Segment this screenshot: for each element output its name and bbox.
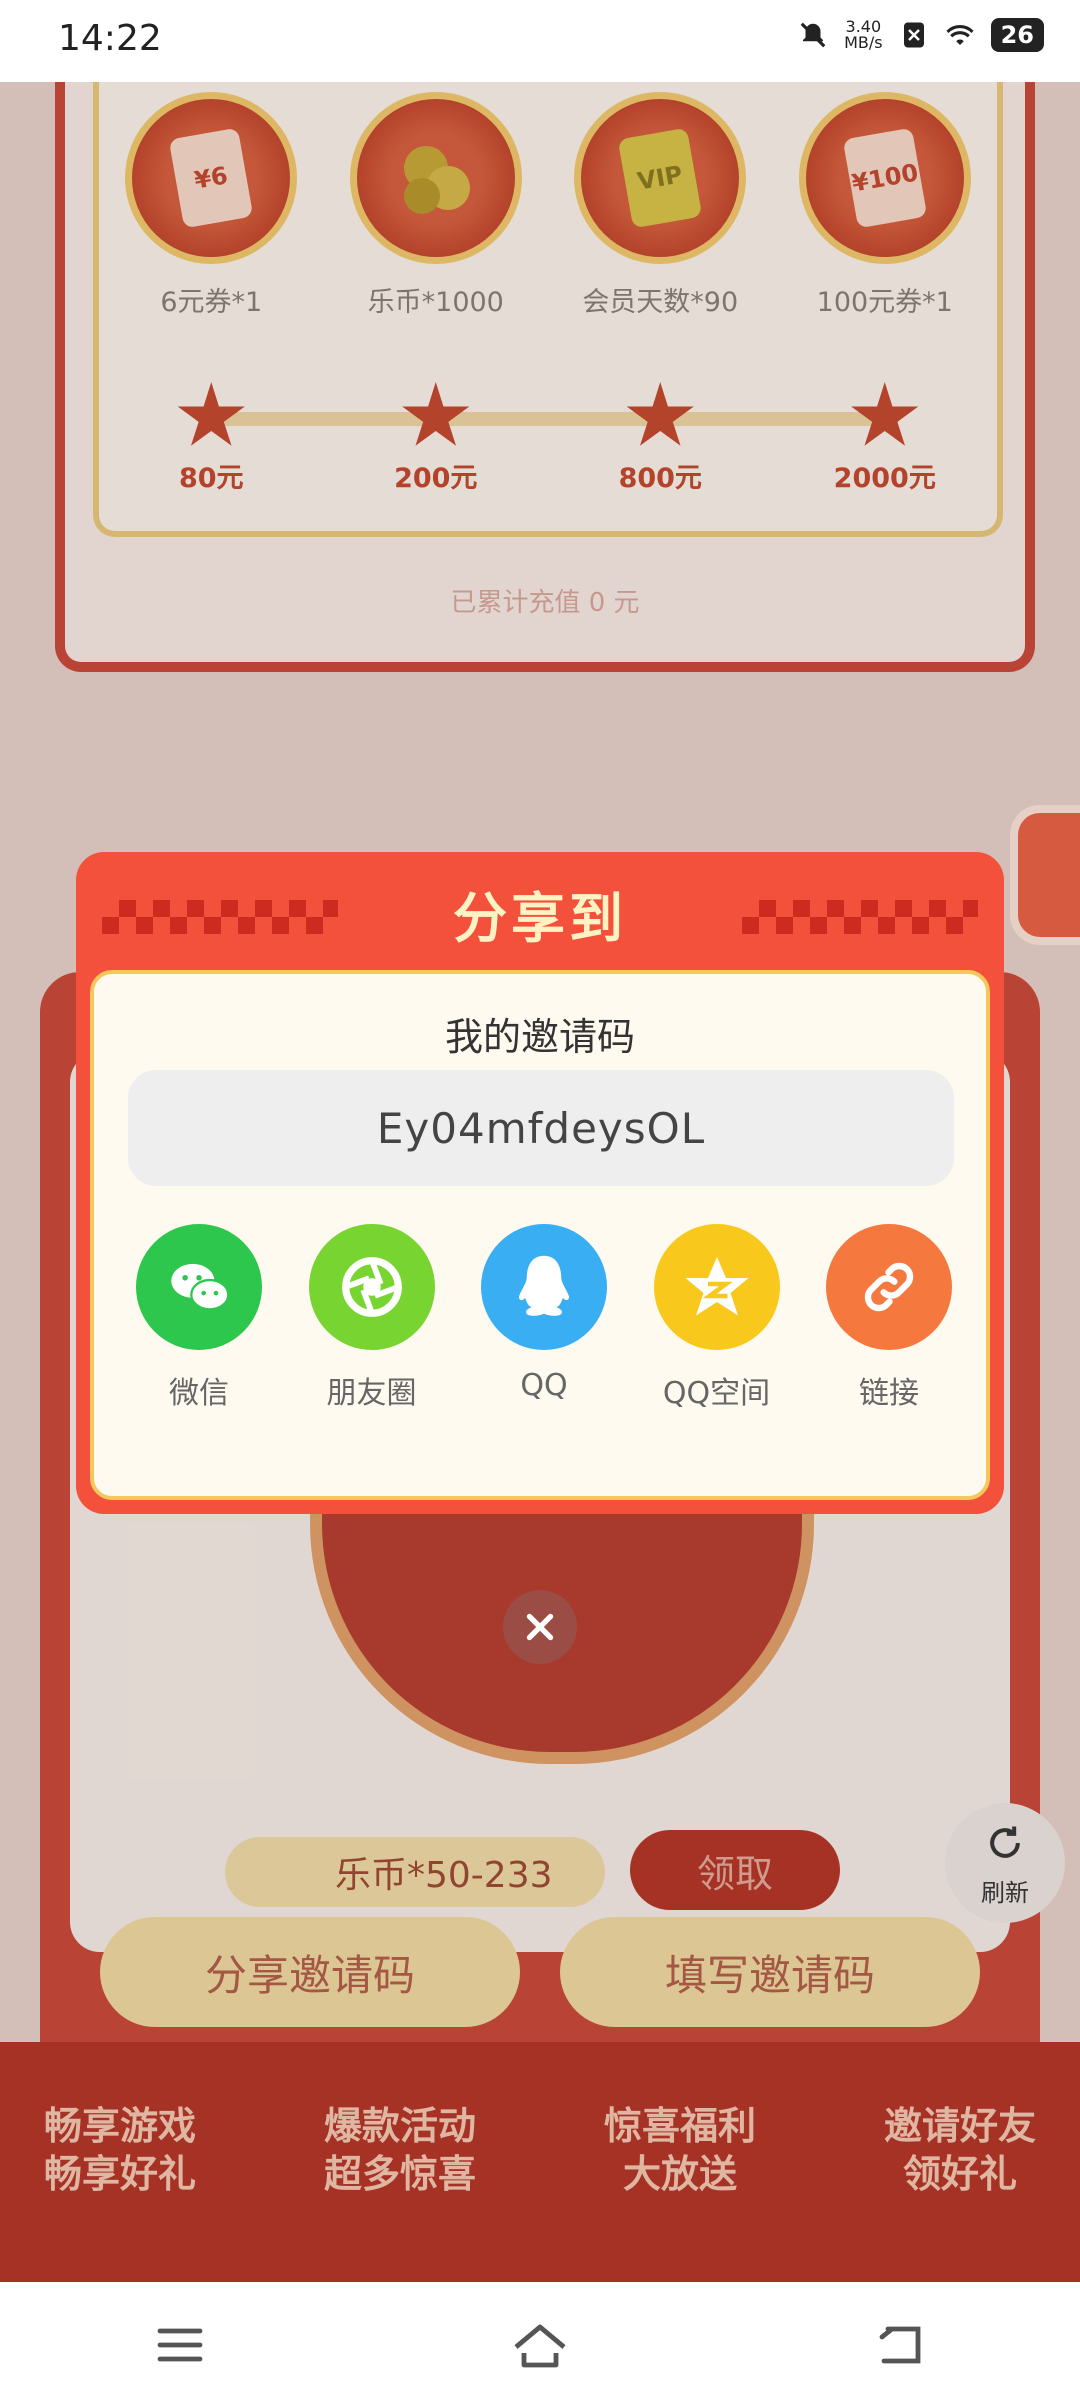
menu-nav-button[interactable] [130,2305,230,2385]
share-qzone-button[interactable]: QQ空间 [642,1224,792,1412]
share-wechat-button[interactable]: 微信 [124,1224,274,1412]
home-icon [514,2324,566,2368]
menu-icon [157,2328,203,2362]
share-moments-button[interactable]: 朋友圈 [297,1224,447,1412]
dialog-body: 我的邀请码 Ey04mfdeysOL 微信 朋友圈 QQ QQ空间 链接 [90,970,990,1500]
refresh-icon [990,1826,1020,1858]
network-speed: 3.40 MB/s [844,17,883,52]
status-icons: 3.40 MB/s 26 [798,18,1044,52]
share-dialog: 分享到 我的邀请码 Ey04mfdeysOL 微信 朋友圈 QQ QQ空间 链接 [76,852,1004,1514]
link-icon [826,1224,952,1350]
share-qq-button[interactable]: QQ [469,1224,619,1412]
dialog-title: 分享到 [453,887,627,950]
moments-icon [308,1224,435,1350]
close-dialog-button[interactable] [503,1590,577,1664]
back-nav-button[interactable] [850,2305,950,2385]
close-icon [526,1613,554,1641]
battery-indicator: 26 [990,18,1044,52]
bell-muted-icon [800,22,826,48]
home-nav-button[interactable] [490,2305,590,2385]
wechat-icon [136,1224,262,1350]
share-link-button[interactable]: 链接 [814,1224,964,1412]
side-float-tab[interactable] [1010,805,1080,945]
share-targets: 微信 朋友圈 QQ QQ空间 链接 [124,1224,964,1412]
qq-icon [481,1224,607,1350]
qzone-icon [653,1224,780,1350]
system-nav-bar [0,2282,1080,2408]
back-icon [879,2326,921,2364]
status-bar: 14:22 3.40 MB/s 26 [0,0,1080,82]
refresh-button[interactable]: 刷新 [945,1803,1065,1923]
wifi-icon [945,25,974,45]
invite-code-box[interactable]: Ey04mfdeysOL [128,1070,954,1186]
invite-code-label: 我的邀请码 [444,1015,635,1059]
no-sim-icon [903,22,924,48]
clock: 14:22 [58,18,162,59]
